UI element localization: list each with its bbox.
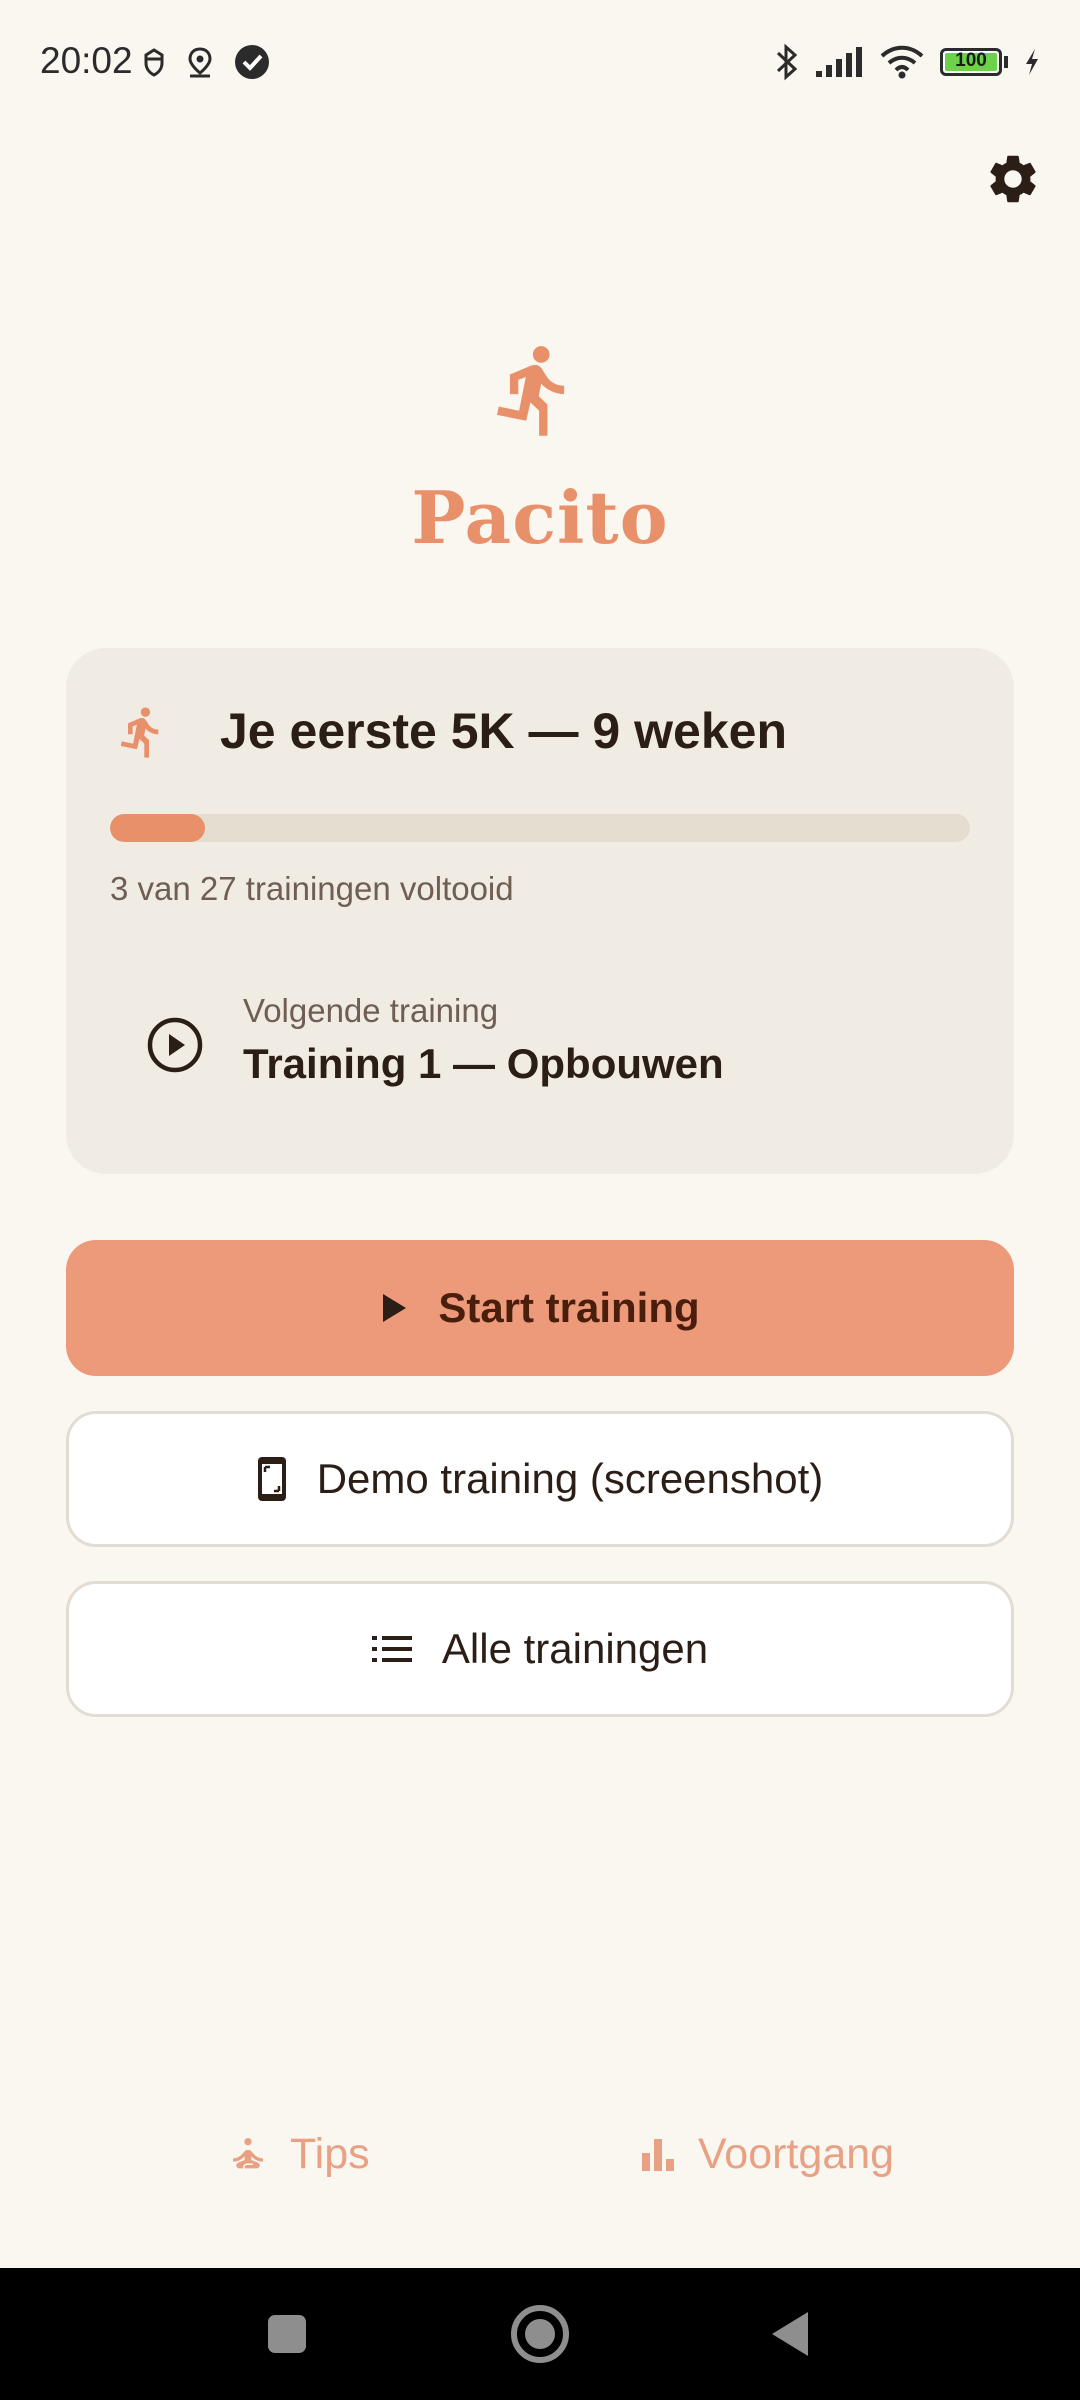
home-circle-icon [511, 2305, 569, 2363]
status-time: 20:02 [40, 40, 133, 81]
program-icon [114, 696, 170, 768]
battery-indicator: 100 [940, 48, 1002, 76]
next-training-icon [146, 1016, 204, 1074]
meditation-icon [233, 2137, 263, 2168]
bar-chart-icon [642, 2138, 674, 2171]
status-notification-icons [142, 44, 270, 80]
demo-training-button[interactable]: Demo training (screenshot) [66, 1411, 1014, 1547]
next-training-name: Training 1 — Opbouwen [243, 1040, 724, 1087]
recent-apps-button[interactable] [266, 2302, 308, 2371]
square-icon [268, 2315, 306, 2353]
charging-bolt-icon [1026, 49, 1038, 75]
start-training-button[interactable]: Start training [66, 1240, 1014, 1376]
running-person-icon [497, 346, 565, 436]
app-title: Pacito [411, 475, 669, 560]
nav-progress-label: Voortgang [698, 2130, 895, 2178]
status-bar: 20:02 100 [0, 0, 1080, 130]
all-trainings-label: Alle trainingen [441, 1625, 709, 1672]
back-button[interactable] [768, 2302, 812, 2371]
battery-level: 100 [955, 50, 987, 71]
wifi-icon [880, 45, 924, 79]
list-icon [371, 1636, 412, 1662]
all-trainings-button[interactable]: Alle trainingen [66, 1581, 1014, 1717]
progress-bar [110, 814, 970, 842]
gear-icon [990, 155, 1036, 203]
location-icon [188, 47, 212, 78]
status-system-icons: 100 [774, 42, 1042, 82]
demo-training-label: Demo training (screenshot) [316, 1455, 824, 1502]
progress-fill [110, 814, 206, 842]
nav-tips-label: Tips [290, 2130, 370, 2178]
system-navigation-bar [0, 2268, 1080, 2400]
nav-progress[interactable]: Voortgang [640, 2130, 894, 2179]
play-icon [383, 1294, 407, 1322]
battery-cap [1004, 56, 1008, 68]
program-card[interactable]: Je eerste 5K — 9 weken 3 van 27 training… [66, 648, 1014, 1174]
progress-text: 3 van 27 trainingen voltooid [110, 870, 514, 907]
nav-tips[interactable]: Tips [228, 2130, 370, 2179]
running-person-icon [120, 707, 159, 758]
play-circle-icon [147, 1017, 203, 1073]
shield-icon [144, 48, 164, 77]
start-training-label: Start training [438, 1284, 700, 1331]
app-logo [485, 325, 585, 455]
next-training-label: Volgende training [243, 992, 499, 1029]
check-circle-icon [235, 45, 269, 79]
back-triangle-icon [772, 2312, 808, 2356]
settings-button[interactable] [984, 150, 1042, 208]
bluetooth-icon [776, 43, 798, 81]
program-title: Je eerste 5K — 9 weken [220, 703, 787, 759]
phone-screenshot-icon [257, 1457, 286, 1501]
home-button[interactable] [508, 2302, 572, 2371]
signal-icon [816, 47, 862, 77]
